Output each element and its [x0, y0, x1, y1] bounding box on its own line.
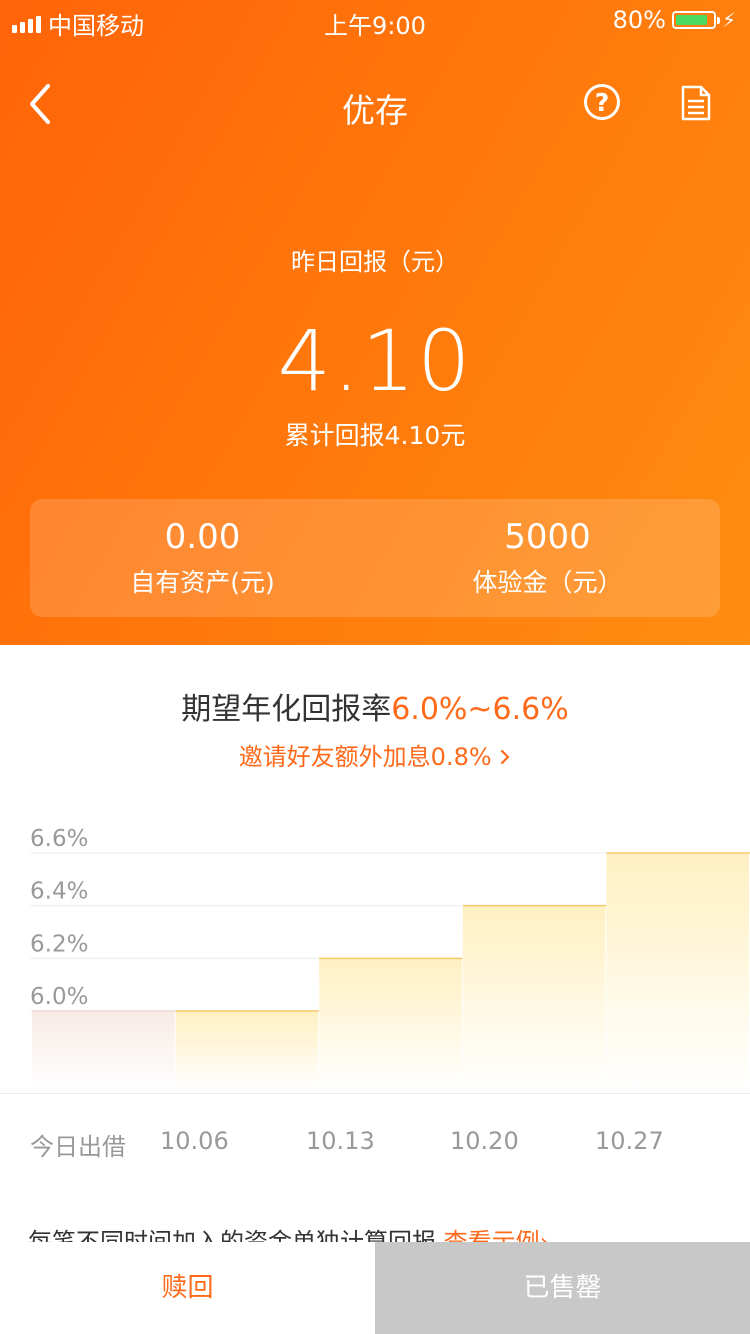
bar — [462, 905, 606, 1090]
charging-icon: ⚡ — [721, 8, 736, 32]
x-tick-label: 10.06 — [160, 1127, 229, 1155]
trial-funds: 5000 体验金（元） — [375, 517, 720, 599]
status-bar: 中国移动 上午9:00 80% ⚡ — [0, 0, 750, 44]
trial-funds-label: 体验金（元） — [472, 568, 623, 597]
total-return: 累计回报4.10元 — [284, 421, 466, 450]
bar — [32, 1011, 175, 1090]
battery-status: 80% ⚡ — [613, 6, 736, 34]
bottom-action-bar: 赎回 已售罄 — [0, 1242, 750, 1334]
invite-text: 邀请好友额外加息0.8% — [238, 743, 492, 771]
y-tick-label: 6.4% — [30, 879, 88, 905]
y-tick-label: 6.0% — [30, 984, 88, 1010]
expected-rate-range: 6.0%~6.6% — [391, 692, 569, 727]
battery-percent: 80% — [612, 6, 666, 34]
rate-step-chart: 6.6% 6.4% 6.2% 6.0% — [30, 826, 750, 1090]
invite-link[interactable]: 邀请好友额外加息0.8% — [0, 737, 750, 772]
records-button[interactable] — [681, 85, 711, 121]
document-icon — [681, 85, 711, 121]
x-tick-label: 10.27 — [595, 1127, 664, 1155]
asset-card: 0.00 自有资产(元) 5000 体验金（元） — [30, 499, 720, 617]
bar — [175, 1011, 319, 1090]
battery-icon — [671, 11, 720, 29]
y-tick-label: 6.2% — [30, 931, 88, 957]
x-tick-label: 今日出借 — [30, 1133, 126, 1161]
yesterday-return-label: 昨日回报（元） — [291, 248, 459, 276]
bar — [606, 853, 749, 1090]
y-tick-label: 6.6% — [30, 826, 88, 852]
expected-rate: 期望年化回报率6.0%~6.6% — [0, 684, 750, 728]
chevron-right-icon — [501, 749, 510, 765]
x-tick-label: 10.13 — [306, 1127, 375, 1155]
header: 中国移动 上午9:00 80% ⚡ 优存 ? 昨日回报（元） 4.10 累计回报… — [0, 0, 750, 645]
page-title: 优存 — [342, 91, 408, 130]
question-circle-icon: ? — [594, 88, 610, 117]
help-button[interactable]: ? — [584, 84, 620, 120]
trial-funds-value: 5000 — [504, 517, 591, 557]
yesterday-return-value: 4.10 — [277, 312, 473, 410]
own-assets: 0.00 自有资产(元) — [30, 517, 375, 599]
own-assets-label: 自有资产(元) — [130, 568, 275, 597]
expected-rate-label: 期望年化回报率 — [181, 692, 392, 727]
bar — [319, 958, 462, 1090]
own-assets-value: 0.00 — [164, 517, 241, 557]
sold-out-button: 已售罄 — [375, 1242, 750, 1334]
redeem-button[interactable]: 赎回 — [0, 1242, 375, 1334]
x-axis: 今日出借 10.06 10.13 10.20 10.27 — [0, 1093, 750, 1174]
x-tick-label: 10.20 — [450, 1127, 519, 1155]
